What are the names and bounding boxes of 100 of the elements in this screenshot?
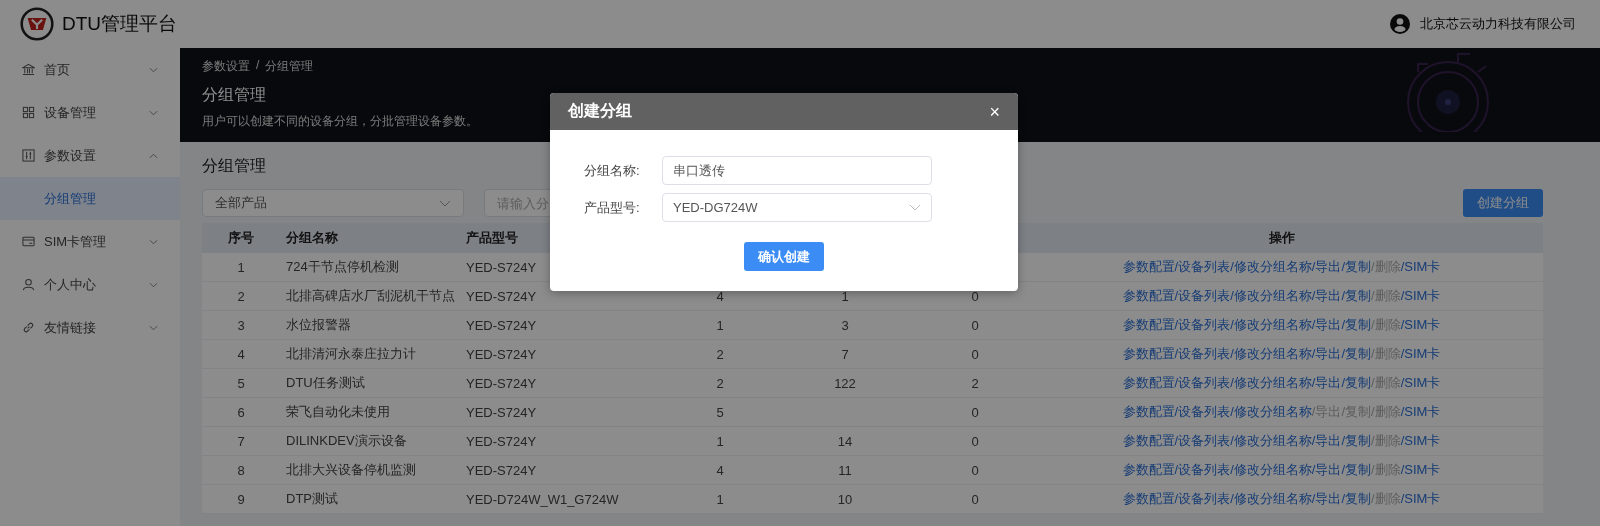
chevron-icon <box>909 204 921 211</box>
section-title: 分组管理 <box>202 156 266 176</box>
sidebar-item[interactable]: 个人中心 <box>0 263 180 306</box>
action-link[interactable]: /SIM卡 <box>1400 404 1441 419</box>
table-cell: YED-S724Y <box>460 310 680 340</box>
product-select[interactable]: 全部产品 <box>202 189 464 217</box>
sidebar-item[interactable]: SIM卡管理 <box>0 220 180 263</box>
action-link[interactable]: /复制 <box>1341 259 1372 274</box>
table-cell: 1 <box>202 253 280 282</box>
action-link[interactable]: /导出 <box>1311 346 1342 361</box>
avatar-icon[interactable] <box>1390 14 1410 34</box>
table-cell: 北排高碑店水厂刮泥机干节点 <box>280 281 460 311</box>
action-link[interactable]: /设备列表 <box>1174 491 1231 506</box>
table-cell: 1 <box>716 317 724 333</box>
table-cell: YED-S724Y <box>460 397 680 427</box>
table-cell: 0 <box>971 346 979 362</box>
action-link[interactable]: /复制 <box>1341 375 1372 390</box>
action-link[interactable]: /修改分组名称 <box>1230 288 1312 303</box>
action-link[interactable]: /设备列表 <box>1174 404 1231 419</box>
action-link[interactable]: /复制 <box>1341 288 1372 303</box>
action-link[interactable]: /设备列表 <box>1174 433 1231 448</box>
action-link[interactable]: 参数配置 <box>1122 491 1175 506</box>
action-link[interactable]: /复制 <box>1341 433 1372 448</box>
action-link[interactable]: /导出 <box>1311 375 1342 390</box>
action-link[interactable]: /导出 <box>1311 491 1342 506</box>
table-cell: 10 <box>837 491 853 507</box>
action-link[interactable]: /修改分组名称 <box>1230 462 1312 477</box>
action-link[interactable]: /导出 <box>1311 317 1342 332</box>
create-group-button[interactable]: 创建分组 <box>1463 189 1543 217</box>
action-link[interactable]: /修改分组名称 <box>1230 317 1312 332</box>
close-button[interactable]: × <box>985 102 1004 121</box>
action-link[interactable]: /SIM卡 <box>1400 259 1441 274</box>
action-link[interactable]: 参数配置 <box>1122 317 1175 332</box>
action-link[interactable]: /修改分组名称 <box>1230 433 1312 448</box>
action-link[interactable]: /复制 <box>1341 317 1372 332</box>
table-cell: YED-S724Y <box>460 368 680 398</box>
action-link[interactable]: /设备列表 <box>1174 462 1231 477</box>
action-link[interactable]: /导出 <box>1311 462 1342 477</box>
table-cell: 北排大兴设备停机监测 <box>280 455 460 485</box>
sidebar-subitem[interactable]: 分组管理 <box>0 177 180 220</box>
chevron-icon <box>439 199 451 207</box>
action-link[interactable]: /复制 <box>1341 462 1372 477</box>
table-cell: YED-S724Y <box>460 339 680 369</box>
column-header: 操作 <box>1020 223 1543 253</box>
field-label: 产品型号: <box>584 198 641 217</box>
action-link[interactable]: /设备列表 <box>1174 346 1231 361</box>
action-link[interactable]: 参数配置 <box>1122 259 1175 274</box>
action-link[interactable]: /修改分组名称 <box>1230 375 1312 390</box>
action-link[interactable]: /设备列表 <box>1174 317 1231 332</box>
card-icon <box>22 235 35 248</box>
action-link[interactable]: /设备列表 <box>1174 288 1231 303</box>
table-cell: 4 <box>716 462 724 478</box>
group-name-field[interactable]: 串口透传 <box>662 156 932 185</box>
action-link[interactable]: /设备列表 <box>1174 375 1231 390</box>
table-cell: 7 <box>841 346 849 362</box>
action-link[interactable]: /修改分组名称 <box>1230 346 1312 361</box>
action-link[interactable]: 参数配置 <box>1122 404 1175 419</box>
table-cell: 3 <box>202 310 280 340</box>
table-cell: 11 <box>838 462 852 478</box>
field-label: 分组名称: <box>584 161 641 180</box>
action-link[interactable]: 参数配置 <box>1122 462 1175 477</box>
action-link[interactable]: 参数配置 <box>1122 375 1175 390</box>
action-link[interactable]: 参数配置 <box>1122 346 1175 361</box>
action-link[interactable]: 参数配置 <box>1122 288 1175 303</box>
sidebar-item[interactable]: 友情链接 <box>0 306 180 349</box>
table-cell: 荣飞自动化未使用 <box>280 397 460 427</box>
action-link[interactable]: /SIM卡 <box>1400 462 1441 477</box>
action-link[interactable]: /SIM卡 <box>1400 288 1441 303</box>
breadcrumb-item[interactable]: 分组管理 <box>265 58 314 75</box>
table-cell: 0 <box>971 404 979 420</box>
sidebar-item[interactable]: 设备管理 <box>0 91 180 134</box>
breadcrumb-item[interactable]: 参数设置 <box>202 58 250 75</box>
product-model-select[interactable]: YED-DG724W <box>662 193 932 222</box>
column-header: 产品型号 <box>460 223 680 253</box>
table-cell: 2 <box>971 375 979 391</box>
action-link[interactable]: /SIM卡 <box>1400 433 1441 448</box>
action-link[interactable]: /修改分组名称 <box>1230 404 1312 419</box>
action-link[interactable]: 参数配置 <box>1122 433 1175 448</box>
action-link[interactable]: /修改分组名称 <box>1230 259 1312 274</box>
action-link[interactable]: /SIM卡 <box>1400 491 1441 506</box>
table-cell: 2 <box>716 375 724 391</box>
action-link[interactable]: /导出 <box>1311 433 1342 448</box>
action-link[interactable]: /复制 <box>1341 346 1372 361</box>
link-icon <box>22 321 35 334</box>
table-cell: 3 <box>841 317 849 333</box>
action-link[interactable]: /导出 <box>1311 259 1342 274</box>
action-link[interactable]: /修改分组名称 <box>1230 491 1312 506</box>
table-cell: DILINKDEV演示设备 <box>280 426 460 456</box>
sidebar-item[interactable]: 首页 <box>0 48 180 91</box>
action-link[interactable]: /SIM卡 <box>1400 375 1441 390</box>
confirm-create-button[interactable]: 确认创建 <box>744 242 824 271</box>
table-cell: 1 <box>716 433 724 449</box>
table-cell: 724干节点停机检测 <box>280 253 460 282</box>
sidebar-item[interactable]: 参数设置 <box>0 134 180 177</box>
action-link[interactable]: /复制 <box>1341 491 1372 506</box>
action-link[interactable]: /导出 <box>1311 288 1342 303</box>
action-link[interactable]: /设备列表 <box>1174 259 1231 274</box>
action-link[interactable]: /SIM卡 <box>1400 346 1441 361</box>
table-cell: 14 <box>837 433 853 449</box>
action-link[interactable]: /SIM卡 <box>1400 317 1441 332</box>
